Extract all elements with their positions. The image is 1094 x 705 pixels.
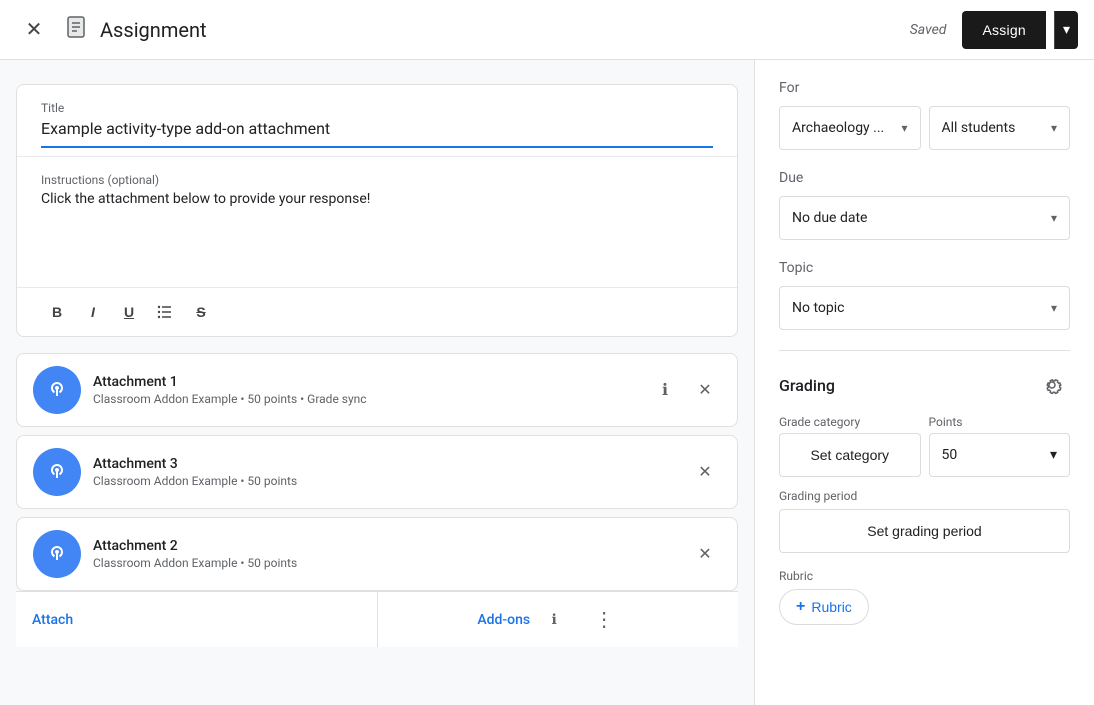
- students-dropdown[interactable]: All students ▾: [929, 106, 1071, 150]
- attachment-name: Attachment 3: [93, 456, 677, 472]
- main-content: Title Example activity-type add-on attac…: [0, 60, 1094, 705]
- header-left: ✕ Assignment: [16, 12, 910, 48]
- addons-more-button[interactable]: ⋮: [586, 602, 622, 638]
- grading-period-section: Grading period Set grading period: [779, 489, 1070, 553]
- for-dropdowns: Archaeology ... ▾ All students ▾: [779, 106, 1070, 150]
- class-value: Archaeology ...: [792, 120, 884, 136]
- points-col: Points 50 ▾: [929, 415, 1071, 477]
- set-grading-period-button[interactable]: Set grading period: [779, 509, 1070, 553]
- chevron-down-icon: ▾: [1050, 447, 1057, 463]
- strikethrough-button[interactable]: S: [185, 296, 217, 328]
- chevron-down-icon: ▾: [1063, 21, 1070, 38]
- add-rubric-button[interactable]: + Rubric: [779, 589, 869, 625]
- header: ✕ Assignment Saved Assign ▾: [0, 0, 1094, 60]
- for-label: For: [779, 80, 1070, 96]
- text-toolbar: B I U S: [17, 287, 737, 336]
- attachment-actions: ✕: [689, 538, 721, 570]
- title-value[interactable]: Example activity-type add-on attachment: [41, 119, 713, 148]
- bottom-toolbar: Attach Add-ons ℹ ⋮: [16, 591, 738, 647]
- due-section: Due No due date ▾: [779, 170, 1070, 240]
- remove-attachment-button[interactable]: ✕: [689, 374, 721, 406]
- list-button[interactable]: [149, 296, 181, 328]
- assign-button[interactable]: Assign: [962, 11, 1046, 49]
- grading-section: Grading Grade category Set category Poin…: [779, 367, 1070, 625]
- grade-category-col: Grade category Set category: [779, 415, 921, 477]
- chevron-down-icon: ▾: [1051, 211, 1057, 225]
- attachment-actions: ℹ ✕: [649, 374, 721, 406]
- topic-section: Topic No topic ▾: [779, 260, 1070, 330]
- left-panel: Title Example activity-type add-on attac…: [0, 60, 754, 705]
- assign-dropdown-button[interactable]: ▾: [1054, 11, 1078, 49]
- instructions-label: Instructions (optional): [41, 173, 713, 187]
- remove-attachment-button[interactable]: ✕: [689, 538, 721, 570]
- list-item: Attachment 1 Classroom Addon Example • 5…: [16, 353, 738, 427]
- attachment-meta: Classroom Addon Example • 50 points: [93, 474, 677, 488]
- instructions-value[interactable]: Click the attachment below to provide yo…: [41, 191, 713, 271]
- rubric-btn-label: Rubric: [811, 599, 851, 615]
- underline-button[interactable]: U: [113, 296, 145, 328]
- list-item: Attachment 3 Classroom Addon Example • 5…: [16, 435, 738, 509]
- bold-button[interactable]: B: [41, 296, 73, 328]
- attachments-list: Attachment 1 Classroom Addon Example • 5…: [16, 353, 738, 591]
- grading-period-label: Grading period: [779, 489, 1070, 503]
- plus-icon: +: [796, 598, 805, 616]
- rubric-section: Rubric + Rubric: [779, 569, 1070, 625]
- attachment-name: Attachment 1: [93, 374, 637, 390]
- addons-info-button[interactable]: ℹ: [538, 604, 570, 636]
- chevron-down-icon: ▾: [1051, 301, 1057, 315]
- title-label: Title: [41, 101, 713, 115]
- topic-value: No topic: [792, 300, 844, 316]
- saved-status: Saved: [910, 22, 947, 38]
- remove-attachment-button[interactable]: ✕: [689, 456, 721, 488]
- rubric-label: Rubric: [779, 569, 1070, 583]
- attachment-info: Attachment 1 Classroom Addon Example • 5…: [93, 374, 637, 406]
- close-icon: ✕: [26, 17, 43, 42]
- info-button[interactable]: ℹ: [649, 374, 681, 406]
- instructions-section: Instructions (optional) Click the attach…: [17, 157, 737, 287]
- attachment-meta: Classroom Addon Example • 50 points: [93, 556, 677, 570]
- topic-label: Topic: [779, 260, 1070, 276]
- grading-settings-button[interactable]: [1034, 367, 1070, 403]
- attachment-meta: Classroom Addon Example • 50 points • Gr…: [93, 392, 637, 406]
- close-button[interactable]: ✕: [16, 12, 52, 48]
- attachment-actions: ✕: [689, 456, 721, 488]
- grade-category-label: Grade category: [779, 415, 921, 429]
- class-dropdown[interactable]: Archaeology ... ▾: [779, 106, 921, 150]
- points-dropdown[interactable]: 50 ▾: [929, 433, 1071, 477]
- assignment-card: Title Example activity-type add-on attac…: [16, 84, 738, 337]
- attachment-icon: [33, 448, 81, 496]
- grading-title: Grading: [779, 376, 835, 395]
- grading-columns: Grade category Set category Points 50 ▾: [779, 415, 1070, 477]
- header-right: Saved Assign ▾: [910, 11, 1078, 49]
- chevron-down-icon: ▾: [901, 121, 907, 135]
- addons-label: Add-ons: [477, 612, 530, 628]
- italic-button[interactable]: I: [77, 296, 109, 328]
- attachment-name: Attachment 2: [93, 538, 677, 554]
- attachment-info: Attachment 2 Classroom Addon Example • 5…: [93, 538, 677, 570]
- title-section: Title Example activity-type add-on attac…: [17, 85, 737, 157]
- points-label: Points: [929, 415, 1071, 429]
- attachment-icon: [33, 530, 81, 578]
- attachment-info: Attachment 3 Classroom Addon Example • 5…: [93, 456, 677, 488]
- students-value: All students: [942, 120, 1016, 136]
- topic-dropdown[interactable]: No topic ▾: [779, 286, 1070, 330]
- due-date-dropdown[interactable]: No due date ▾: [779, 196, 1070, 240]
- set-category-button[interactable]: Set category: [779, 433, 921, 477]
- list-item: Attachment 2 Classroom Addon Example • 5…: [16, 517, 738, 591]
- right-panel: For Archaeology ... ▾ All students ▾ Due…: [754, 60, 1094, 705]
- attach-button[interactable]: Attach: [32, 604, 377, 636]
- divider: [779, 350, 1070, 351]
- due-date-value: No due date: [792, 210, 867, 226]
- points-value: 50: [942, 447, 958, 463]
- for-section: For Archaeology ... ▾ All students ▾: [779, 80, 1070, 150]
- chevron-down-icon: ▾: [1051, 121, 1057, 135]
- due-label: Due: [779, 170, 1070, 186]
- page-title: Assignment: [100, 18, 207, 42]
- addons-button[interactable]: Add-ons ℹ ⋮: [377, 592, 723, 647]
- doc-icon: [64, 15, 88, 45]
- attachment-icon: [33, 366, 81, 414]
- grading-header: Grading: [779, 367, 1070, 403]
